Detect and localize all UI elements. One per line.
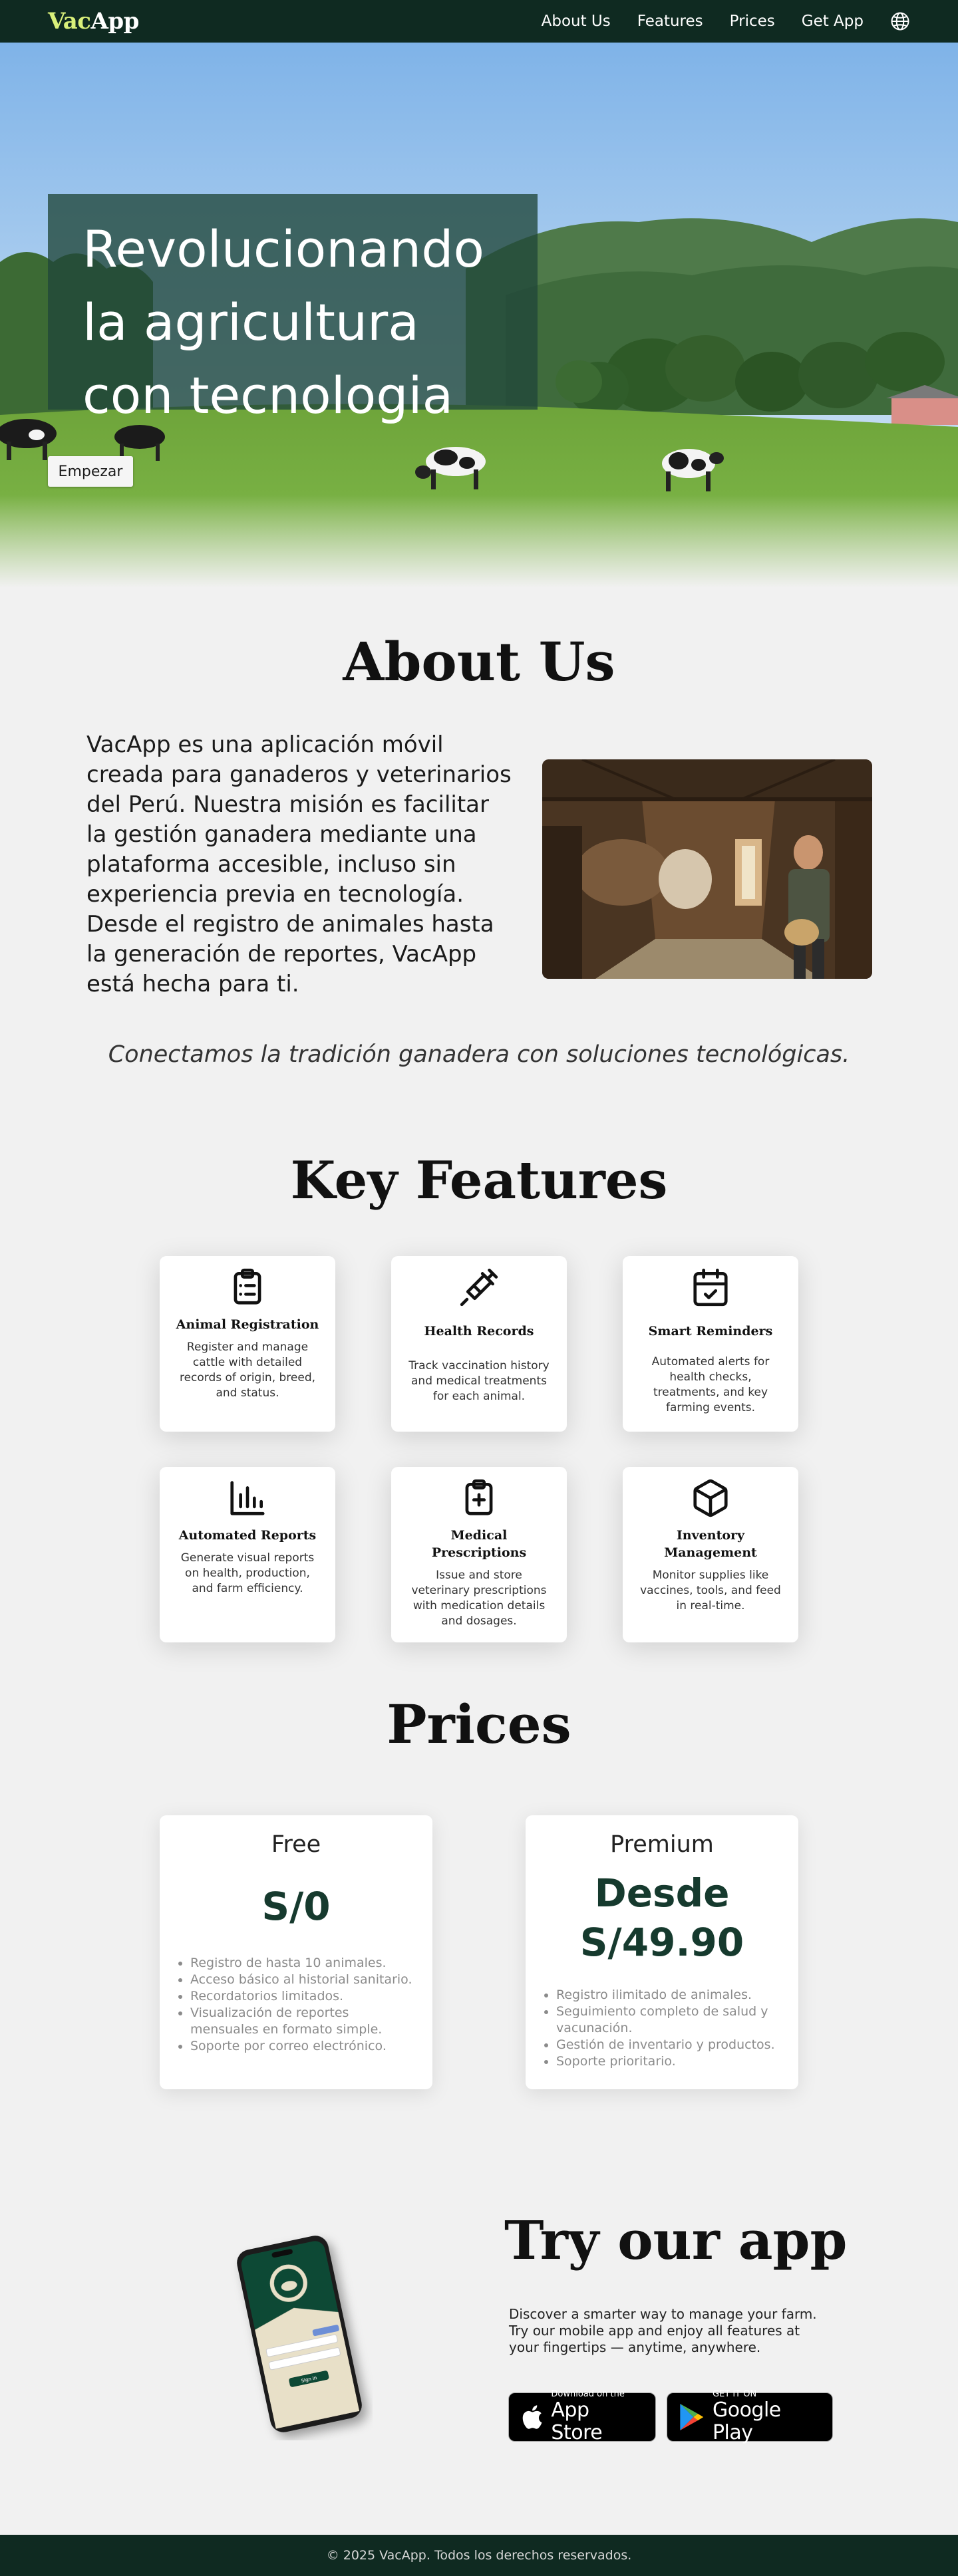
google-play-button[interactable]: GET IT ON Google Play	[667, 2390, 833, 2444]
top-navbar: VacApp About Us Features Prices Get App	[0, 0, 958, 43]
app-store-small-label: Download on the	[551, 2389, 625, 2399]
app-store-text: Download on the App Store	[551, 2390, 645, 2444]
prices-title: Prices	[387, 1693, 571, 1755]
plan-feature-item: Visualización de reportes mensuales en f…	[190, 2005, 415, 2038]
price-card-free: Free S/0 Registro de hasta 10 animales. …	[160, 1815, 432, 2089]
features-title: Key Features	[290, 1150, 668, 1211]
footer-copyright: © 2025 VacApp. Todos los derechos reserv…	[326, 2548, 632, 2563]
phone-mockup: Sign in	[237, 2236, 362, 2432]
box-icon	[693, 1479, 728, 1517]
nav-link-get-app[interactable]: Get App	[802, 13, 864, 30]
globe-icon[interactable]	[890, 11, 910, 31]
apple-icon	[522, 2405, 542, 2429]
calendar-check-icon	[693, 1268, 728, 1307]
feature-desc: Issue and store veterinary prescriptions…	[411, 1569, 547, 1628]
brand-logo[interactable]: VacApp	[48, 8, 139, 35]
price-card-premium: Premium Desde S/49.90 Registro ilimitado…	[526, 1815, 798, 2089]
syringe-icon	[460, 1268, 498, 1307]
page: VacApp About Us Features Prices Get App	[0, 0, 958, 2576]
feature-card-smart-reminders: Smart Reminders Automated alerts for hea…	[623, 1256, 798, 1432]
plan-feature-item: Registro ilimitado de animales.	[556, 1987, 781, 2003]
app-store-label: App Store	[551, 2398, 603, 2444]
hero-title-box: Revolucionando la agricultura con tecnol…	[48, 194, 538, 425]
plan-features: Registro ilimitado de animales. Seguimie…	[543, 1987, 781, 2070]
feature-card-health-records: Health Records Track vaccination history…	[391, 1256, 567, 1432]
plan-feature-item: Recordatorios limitados.	[190, 1988, 415, 2005]
plan-feature-item: Gestión de inventario y productos.	[556, 2037, 781, 2053]
clipboard-list-icon	[234, 1268, 261, 1305]
hero-title-line-2: la agricultura	[82, 293, 419, 352]
plan-feature-item: Registro de hasta 10 animales.	[190, 1955, 415, 1972]
plan-price: Desde S/49.90	[579, 1870, 744, 1965]
bar-chart-icon	[230, 1481, 265, 1515]
footer: © 2025 VacApp. Todos los derechos reserv…	[0, 2535, 958, 2576]
barn-photo	[542, 759, 872, 979]
about-text: VacApp es una aplicación móvil creada pa…	[86, 731, 512, 997]
about-quote: Conectamos la tradición ganadera con sol…	[108, 1041, 850, 1068]
feature-name: Smart Reminders	[648, 1324, 773, 1339]
google-play-text: GET IT ON Google Play	[713, 2390, 822, 2444]
plan-name: Premium	[610, 1831, 714, 1858]
clipboard-plus-icon	[465, 1479, 493, 1515]
app-description: Discover a smarter way to manage your fa…	[509, 2306, 817, 2355]
feature-desc: Automated alerts for health checks, trea…	[651, 1355, 770, 1414]
google-play-icon	[680, 2404, 704, 2430]
google-play-small-label: GET IT ON	[712, 2389, 757, 2399]
feature-desc: Track vaccination history and medical tr…	[408, 1359, 550, 1403]
plan-feature-item: Soporte por correo electrónico.	[190, 2038, 415, 2055]
feature-name: Medical Prescriptions	[431, 1528, 527, 1560]
feature-card-inventory-management: Inventory Management Monitor supplies li…	[623, 1467, 798, 1642]
app-title: Try our app	[504, 2209, 848, 2271]
plan-features: Registro de hasta 10 animales. Acceso bá…	[177, 1955, 415, 2055]
hero-section: Revolucionando la agricultura con tecnol…	[0, 43, 958, 588]
feature-name: Inventory Management	[664, 1528, 757, 1560]
start-button[interactable]: Empezar	[48, 456, 133, 487]
plan-feature-item: Acceso básico al historial sanitario.	[190, 1972, 415, 1988]
nav-link-features[interactable]: Features	[637, 13, 703, 30]
feature-desc: Register and manage cattle with detailed…	[179, 1341, 316, 1400]
hero-title-line-3: con tecnologia	[82, 366, 454, 425]
feature-name: Health Records	[424, 1324, 534, 1339]
feature-desc: Generate visual reports on health, produ…	[180, 1551, 315, 1595]
feature-name: Animal Registration	[176, 1317, 319, 1332]
brand-suffix: App	[90, 8, 140, 35]
brand-prefix: Vac	[48, 8, 91, 35]
feature-card-animal-registration: Animal Registration Register and manage …	[160, 1256, 335, 1432]
feature-desc: Monitor supplies like vaccines, tools, a…	[640, 1569, 781, 1612]
nav-link-prices[interactable]: Prices	[730, 13, 775, 30]
hero-title-line-1: Revolucionando	[82, 219, 484, 279]
nav-links: About Us Features Prices Get App	[542, 11, 910, 31]
google-play-label: Google Play	[712, 2398, 781, 2444]
plan-feature-item: Soporte prioritario.	[556, 2053, 781, 2070]
feature-card-automated-reports: Automated Reports Generate visual report…	[160, 1467, 335, 1642]
about-title: About Us	[343, 630, 615, 693]
nav-link-about[interactable]: About Us	[542, 13, 611, 30]
plan-name: Free	[271, 1831, 321, 1858]
plan-feature-item: Seguimiento completo de salud y vacunaci…	[556, 2003, 781, 2037]
app-store-button[interactable]: Download on the App Store	[508, 2390, 656, 2444]
feature-card-medical-prescriptions: Medical Prescriptions Issue and store ve…	[391, 1467, 567, 1642]
plan-price: S/0	[261, 1884, 331, 1929]
feature-name: Automated Reports	[178, 1528, 317, 1543]
